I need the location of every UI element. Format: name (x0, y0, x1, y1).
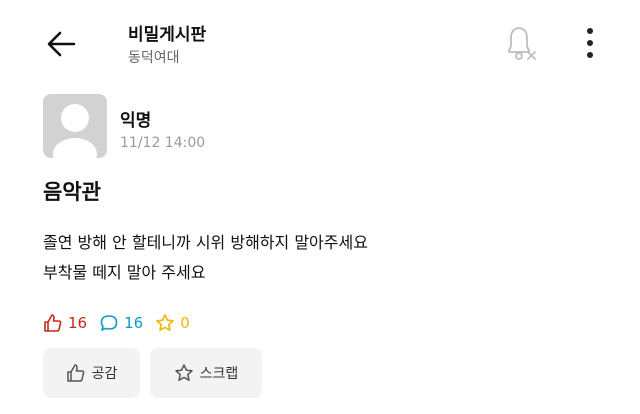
more-options-button[interactable] (578, 22, 602, 64)
back-arrow-icon (47, 31, 76, 57)
post-body: 졸연 방해 안 할테니까 시위 방해하지 말아주세요 부착물 떼지 말아 주세요 (43, 228, 368, 288)
more-vertical-icon (587, 28, 593, 58)
default-avatar-icon (53, 104, 97, 158)
star-icon (156, 314, 174, 331)
post-body-line: 졸연 방해 안 할테니까 시위 방해하지 말아주세요 (43, 233, 368, 252)
post-stats: 16 16 0 (43, 310, 202, 336)
app-header: 비밀게시판 동덕여대 (0, 0, 640, 88)
school-name: 동덕여대 (128, 50, 180, 66)
comment-count: 16 (124, 314, 144, 332)
author-name: 익명 (120, 111, 152, 131)
thumbs-up-icon (66, 364, 84, 382)
thumbs-up-icon (44, 314, 62, 332)
like-count: 16 (68, 314, 88, 332)
board-title: 비밀게시판 (128, 25, 207, 45)
comment-count-stat: 16 (99, 313, 143, 333)
scrap-count-stat: 0 (155, 313, 190, 333)
notification-toggle-button[interactable] (500, 20, 542, 64)
scrap-button-label: 스크랩 (199, 366, 239, 382)
like-button-label: 공감 (91, 366, 118, 382)
post-title: 음악관 (43, 180, 101, 204)
scrap-button[interactable]: 스크랩 (150, 348, 262, 398)
author-avatar (43, 94, 107, 158)
scrap-count: 0 (180, 314, 190, 332)
star-icon (174, 364, 193, 381)
bell-off-icon (508, 27, 536, 60)
back-button[interactable] (40, 24, 84, 64)
like-count-stat: 16 (43, 313, 87, 333)
like-button[interactable]: 공감 (43, 348, 140, 398)
post-body-line: 부착물 떼지 말아 주세요 (43, 263, 206, 282)
comment-icon (100, 315, 118, 331)
post-timestamp: 11/12 14:00 (120, 135, 206, 151)
